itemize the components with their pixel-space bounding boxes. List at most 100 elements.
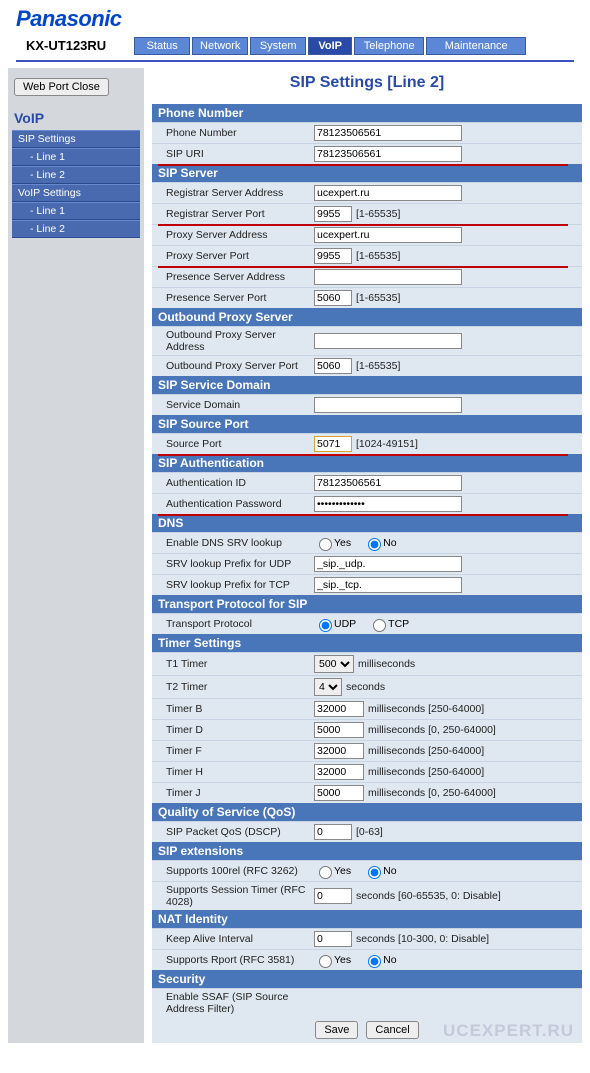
transport-udp[interactable]: UDP xyxy=(314,616,356,632)
qos-input[interactable] xyxy=(314,824,352,840)
dns-srv-label: Enable DNS SRV lookup xyxy=(156,537,314,549)
reg-addr-label: Registrar Server Address xyxy=(156,187,314,199)
rport-no[interactable]: No xyxy=(363,952,396,968)
brand-logo: Panasonic xyxy=(8,4,582,34)
auth-pw-input[interactable] xyxy=(314,496,462,512)
tab-system[interactable]: System xyxy=(250,37,306,55)
sidebar-group-sip[interactable]: SIP Settings xyxy=(12,130,140,148)
session-timer-label: Supports Session Timer (RFC 4028) xyxy=(156,884,314,908)
session-timer-input[interactable] xyxy=(314,888,352,904)
proxy-addr-input[interactable] xyxy=(314,227,462,243)
transport-label: Transport Protocol xyxy=(156,618,314,630)
auth-pw-label: Authentication Password xyxy=(156,498,314,510)
outbound-port-input[interactable] xyxy=(314,358,352,374)
proxy-port-input[interactable] xyxy=(314,248,352,264)
section-domain: SIP Service Domain xyxy=(152,376,582,394)
auth-id-label: Authentication ID xyxy=(156,477,314,489)
service-domain-label: Service Domain xyxy=(156,399,314,411)
td-hint: milliseconds [0, 250-64000] xyxy=(368,724,496,736)
reg-port-label: Registrar Server Port xyxy=(156,208,314,220)
tb-label: Timer B xyxy=(156,703,314,715)
rel100-no[interactable]: No xyxy=(363,863,396,879)
rport-label: Supports Rport (RFC 3581) xyxy=(156,954,314,966)
reg-port-input[interactable] xyxy=(314,206,352,222)
section-extensions: SIP extensions xyxy=(152,842,582,860)
service-domain-input[interactable] xyxy=(314,397,462,413)
outbound-addr-input[interactable] xyxy=(314,333,462,349)
sidebar-item-sip-line1[interactable]: - Line 1 xyxy=(12,148,140,166)
sidebar-item-voip-line2[interactable]: - Line 2 xyxy=(12,220,140,238)
tb-input[interactable] xyxy=(314,701,364,717)
tab-status[interactable]: Status xyxy=(134,37,190,55)
t2-unit: seconds xyxy=(346,681,385,693)
save-button[interactable]: Save xyxy=(315,1021,358,1039)
proxy-port-hint: [1-65535] xyxy=(356,250,400,262)
outbound-port-hint: [1-65535] xyxy=(356,360,400,372)
tj-hint: milliseconds [0, 250-64000] xyxy=(368,787,496,799)
section-phone-number: Phone Number xyxy=(152,104,582,122)
tab-telephone[interactable]: Telephone xyxy=(354,37,424,55)
t1-label: T1 Timer xyxy=(156,658,314,670)
tj-input[interactable] xyxy=(314,785,364,801)
reg-addr-input[interactable] xyxy=(314,185,462,201)
tf-input[interactable] xyxy=(314,743,364,759)
reg-port-hint: [1-65535] xyxy=(356,208,400,220)
source-port-input[interactable] xyxy=(314,436,352,452)
sidebar-item-voip-line1[interactable]: - Line 1 xyxy=(12,202,140,220)
presence-port-input[interactable] xyxy=(314,290,352,306)
th-hint: milliseconds [250-64000] xyxy=(368,766,484,778)
presence-port-label: Presence Server Port xyxy=(156,292,314,304)
dns-srv-yes[interactable]: Yes xyxy=(314,535,351,551)
proxy-addr-label: Proxy Server Address xyxy=(156,229,314,241)
ssaf-label: Enable SSAF (SIP Source Address Filter) xyxy=(156,991,314,1015)
tab-maintenance[interactable]: Maintenance xyxy=(426,37,526,55)
sidebar-title: VoIP xyxy=(12,108,140,130)
watermark: UCEXPERT.RU xyxy=(443,1021,574,1041)
th-label: Timer H xyxy=(156,766,314,778)
srv-udp-input[interactable] xyxy=(314,556,462,572)
section-security: Security xyxy=(152,970,582,988)
top-tabs: Status Network System VoIP Telephone Mai… xyxy=(134,37,526,55)
auth-id-input[interactable] xyxy=(314,475,462,491)
tab-voip[interactable]: VoIP xyxy=(308,37,352,55)
rel100-yes[interactable]: Yes xyxy=(314,863,351,879)
phone-number-label: Phone Number xyxy=(156,127,314,139)
keepalive-label: Keep Alive Interval xyxy=(156,933,314,945)
sidebar-item-sip-line2[interactable]: - Line 2 xyxy=(12,166,140,184)
session-timer-hint: seconds [60-65535, 0: Disable] xyxy=(356,890,501,902)
proxy-port-label: Proxy Server Port xyxy=(156,250,314,262)
rport-yes[interactable]: Yes xyxy=(314,952,351,968)
presence-addr-input[interactable] xyxy=(314,269,462,285)
sip-uri-label: SIP URI xyxy=(156,148,314,160)
th-input[interactable] xyxy=(314,764,364,780)
tf-label: Timer F xyxy=(156,745,314,757)
model-number: KX-UT123RU xyxy=(8,36,124,55)
t2-select[interactable]: 4 xyxy=(314,678,342,696)
source-port-hint: [1024-49151] xyxy=(356,438,418,450)
transport-tcp[interactable]: TCP xyxy=(368,616,409,632)
web-port-close-button[interactable]: Web Port Close xyxy=(14,78,109,96)
tab-network[interactable]: Network xyxy=(192,37,248,55)
qos-hint: [0-63] xyxy=(356,826,383,838)
dns-srv-no[interactable]: No xyxy=(363,535,396,551)
outbound-addr-label: Outbound Proxy Server Address xyxy=(156,329,314,353)
td-label: Timer D xyxy=(156,724,314,736)
srv-tcp-input[interactable] xyxy=(314,577,462,593)
main-content: SIP Settings [Line 2] Phone Number Phone… xyxy=(152,68,582,1043)
td-input[interactable] xyxy=(314,722,364,738)
section-timer: Timer Settings xyxy=(152,634,582,652)
presence-addr-label: Presence Server Address xyxy=(156,271,314,283)
phone-number-input[interactable] xyxy=(314,125,462,141)
outbound-port-label: Outbound Proxy Server Port xyxy=(156,360,314,372)
page-title: SIP Settings [Line 2] xyxy=(152,68,582,104)
sidebar-group-voip[interactable]: VoIP Settings xyxy=(12,184,140,202)
cancel-button[interactable]: Cancel xyxy=(366,1021,418,1039)
tj-label: Timer J xyxy=(156,787,314,799)
tb-hint: milliseconds [250-64000] xyxy=(368,703,484,715)
t1-select[interactable]: 500 xyxy=(314,655,354,673)
keepalive-input[interactable] xyxy=(314,931,352,947)
source-port-label: Source Port xyxy=(156,438,314,450)
presence-port-hint: [1-65535] xyxy=(356,292,400,304)
section-source-port: SIP Source Port xyxy=(152,415,582,433)
sip-uri-input[interactable] xyxy=(314,146,462,162)
